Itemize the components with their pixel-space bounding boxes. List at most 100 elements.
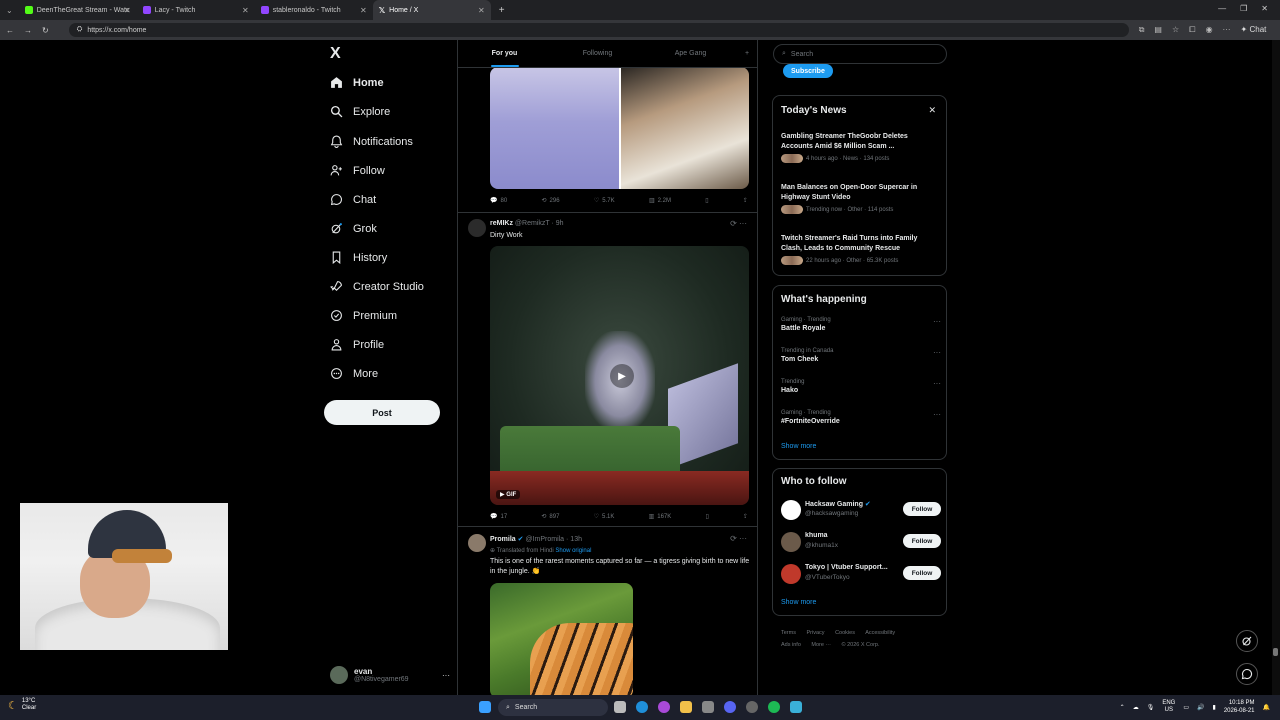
copilot-chat-button[interactable]: ✦ Chat — [1241, 25, 1267, 35]
grok-float-button[interactable] — [1236, 630, 1258, 652]
nav-creator-studio[interactable]: Creator Studio — [330, 280, 424, 293]
nav-grok[interactable]: Grok — [330, 222, 377, 235]
weather-widget[interactable]: ☾ 13°C Clear — [8, 698, 36, 712]
nav-explore[interactable]: Explore — [330, 105, 390, 118]
forward-icon[interactable]: → — [24, 26, 32, 35]
store-icon[interactable] — [702, 701, 714, 713]
url-field[interactable]: ⛭ https://x.com/home — [68, 23, 1129, 37]
tray-chevron-icon[interactable]: ⌃ — [1120, 704, 1125, 711]
trend-more-icon[interactable]: ··· — [933, 317, 941, 326]
nav-more[interactable]: More — [330, 367, 378, 380]
trend-more-icon[interactable]: ··· — [933, 379, 941, 388]
views-button[interactable]: ▥ 167K — [649, 513, 672, 521]
avatar[interactable] — [468, 219, 486, 237]
start-icon[interactable] — [479, 701, 491, 713]
obs-icon[interactable] — [746, 701, 758, 713]
language-indicator[interactable]: ENG US — [1162, 700, 1175, 714]
edge-icon[interactable] — [636, 701, 648, 713]
share-icon[interactable]: ⇪ — [743, 197, 748, 204]
follow-suggestion[interactable]: Tokyo | Vtuber Support... @VTuberTokyo F… — [781, 562, 941, 586]
close-window-icon[interactable]: ✕ — [1261, 4, 1268, 13]
show-more-link[interactable]: Show more — [781, 599, 816, 606]
nav-premium[interactable]: Premium — [330, 309, 397, 322]
add-tab-icon[interactable]: + — [737, 50, 757, 57]
follow-button[interactable]: Follow — [903, 534, 941, 548]
views-button[interactable]: ▥ 2.2M — [649, 197, 671, 205]
taskbar-search[interactable]: ⌕ Search — [498, 699, 608, 716]
trend-item[interactable]: Gaming · Trending #FortniteOverride ··· — [781, 410, 941, 425]
post-button[interactable]: Post — [324, 400, 440, 425]
maximize-icon[interactable]: ❐ — [1240, 4, 1247, 13]
trend-more-icon[interactable]: ··· — [933, 348, 941, 357]
follow-button[interactable]: Follow — [903, 566, 941, 580]
trend-item[interactable]: Gaming · Trending Battle Royale ··· — [781, 317, 941, 332]
clock[interactable]: 10:18 PM 2026-08-21 — [1224, 699, 1255, 715]
tweet-author[interactable]: Promila ✔ @ImPromila · 13h — [490, 535, 582, 543]
follow-suggestion[interactable]: khuma @khuma1x Follow — [781, 530, 941, 554]
notifications-icon[interactable]: 🔔 — [1263, 704, 1270, 711]
trend-more-icon[interactable]: ··· — [933, 410, 941, 419]
like-button[interactable]: ♡ 5.1K — [594, 513, 615, 521]
scrollbar-thumb[interactable] — [1273, 648, 1278, 656]
task-view-icon[interactable] — [614, 701, 626, 713]
browser-menu-icon[interactable]: ··· — [1223, 25, 1231, 35]
close-tab-icon[interactable]: ✕ — [242, 6, 249, 15]
profile-avatar-icon[interactable]: ◉ — [1206, 25, 1213, 35]
show-original-link[interactable]: Show original — [555, 548, 591, 554]
repost-button[interactable]: ⟲ 296 — [542, 197, 560, 205]
tweet-media-image[interactable] — [490, 67, 749, 189]
follow-suggestion[interactable]: Hacksaw Gaming ✔ @hacksawgaming Follow — [781, 498, 941, 522]
tweet-media-gif[interactable]: ▶ ▶ GIF — [490, 246, 749, 505]
collections-icon[interactable]: ⧠ — [1189, 25, 1195, 35]
news-item[interactable]: Man Balances on Open-Door Supercar in Hi… — [781, 183, 936, 214]
nav-chat[interactable]: Chat — [330, 193, 376, 206]
follow-button[interactable]: Follow — [903, 502, 941, 516]
onedrive-icon[interactable]: ☁ — [1133, 704, 1139, 711]
reload-icon[interactable]: ↻ — [42, 26, 49, 35]
trend-item[interactable]: Trending Hako ··· — [781, 379, 941, 394]
like-button[interactable]: ♡ 5.7K — [594, 197, 615, 205]
app-icon[interactable] — [790, 701, 802, 713]
minimize-icon[interactable]: — — [1218, 4, 1226, 13]
reply-button[interactable]: 💬 80 — [490, 197, 507, 205]
nav-home[interactable]: Home — [330, 76, 384, 89]
account-switcher[interactable]: evan @N8tivegamer69 ··· — [330, 660, 450, 690]
avatar[interactable] — [468, 534, 486, 552]
favorite-star-icon[interactable]: ☆ — [1172, 25, 1179, 35]
footer-link-privacy[interactable]: Privacy — [807, 630, 825, 636]
tweet-more-icon[interactable]: ⟳ ··· — [730, 219, 747, 228]
news-item[interactable]: Gambling Streamer TheGoobr Deletes Accou… — [781, 132, 936, 163]
scrollbar[interactable] — [1272, 40, 1280, 695]
file-explorer-icon[interactable] — [680, 701, 692, 713]
footer-link-terms[interactable]: Terms — [781, 630, 796, 636]
browser-tab-stableronaldo[interactable]: stableronaldo - Twitch ✕ — [255, 0, 373, 20]
news-item[interactable]: Twitch Streamer's Raid Turns into Family… — [781, 234, 936, 265]
nav-profile[interactable]: Profile — [330, 338, 384, 351]
account-more-icon[interactable]: ··· — [442, 671, 450, 680]
x-logo-icon[interactable]: X — [330, 45, 341, 63]
tab-following[interactable]: Following — [551, 50, 644, 57]
footer-link-more[interactable]: More ··· — [811, 642, 831, 648]
close-tab-icon[interactable]: ✕ — [124, 6, 131, 15]
spotify-icon[interactable] — [768, 701, 780, 713]
tab-ape-gang[interactable]: Ape Gang — [644, 50, 737, 57]
subscribe-button[interactable]: Subscribe — [783, 64, 833, 78]
close-icon[interactable]: ✕ — [928, 105, 936, 116]
close-tab-icon[interactable]: ✕ — [478, 6, 485, 15]
volume-icon[interactable]: 🔊 — [1197, 704, 1204, 711]
site-info-icon[interactable]: ⛭ — [77, 26, 83, 34]
tab-for-you[interactable]: For you — [458, 50, 551, 67]
extensions-icon[interactable]: ⧉ — [1139, 25, 1145, 35]
trend-item[interactable]: Trending in Canada Tom Cheek ··· — [781, 348, 941, 363]
play-icon[interactable]: ▶ — [610, 364, 634, 388]
tweet-media-image[interactable] — [490, 583, 633, 695]
nav-history[interactable]: History — [330, 251, 387, 264]
repost-button[interactable]: ⟲ 897 — [541, 513, 559, 521]
bookmark-icon[interactable]: ▯ — [705, 197, 708, 204]
footer-link-ads-info[interactable]: Ads info — [781, 642, 801, 648]
footer-link-cookies[interactable]: Cookies — [835, 630, 855, 636]
footer-link-accessibility[interactable]: Accessibility — [865, 630, 895, 636]
browser-tab-lacy[interactable]: Lacy - Twitch ✕ — [137, 0, 255, 20]
tweet-more-icon[interactable]: ⟳ ··· — [730, 534, 747, 543]
tweet-author[interactable]: reMIKz @RemikzT · 9h — [490, 220, 564, 227]
